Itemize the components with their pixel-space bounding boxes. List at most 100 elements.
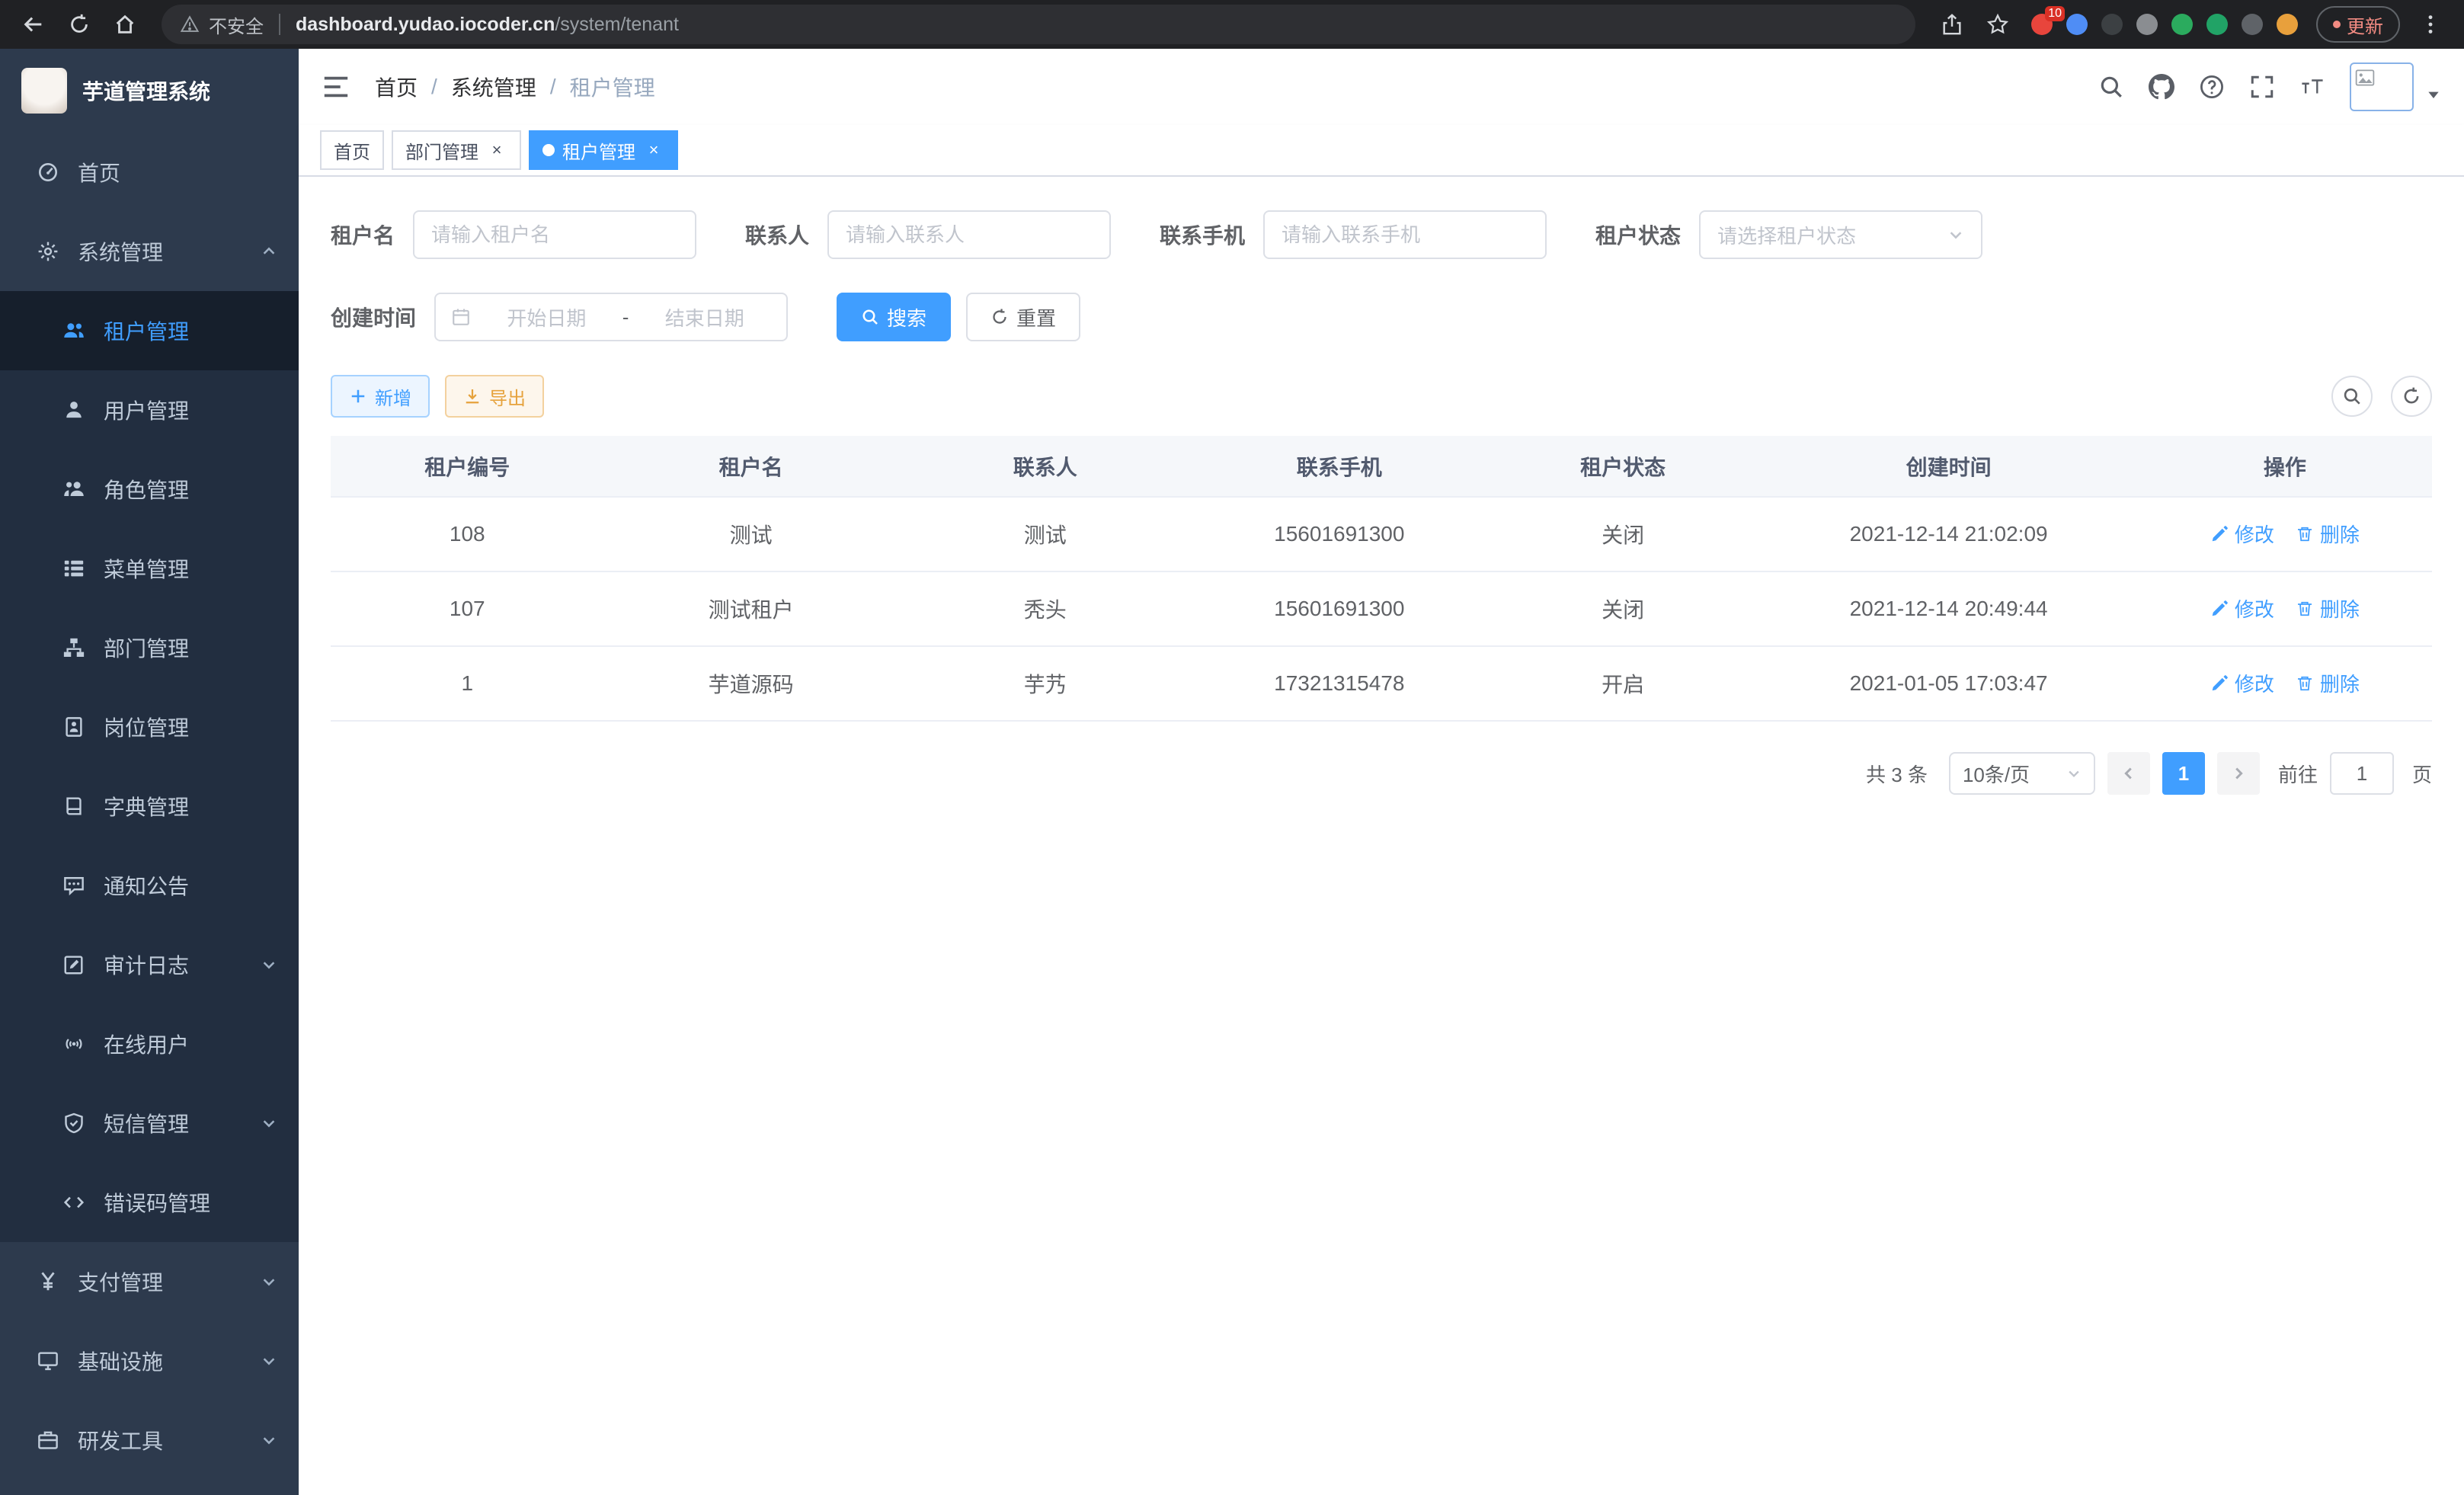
- add-button[interactable]: 新增: [331, 375, 430, 418]
- sidebar-item[interactable]: 部门管理: [0, 608, 299, 687]
- sidebar-item[interactable]: 字典管理: [0, 767, 299, 846]
- cell-contact: 芋艿: [898, 646, 1192, 721]
- browser-address-bar[interactable]: 不安全 dashboard.yudao.iocoder.cn/system/te…: [162, 5, 1915, 44]
- toggle-search-button[interactable]: [2331, 376, 2373, 417]
- update-dot: [2333, 21, 2341, 28]
- column-header: 创建时间: [1759, 436, 2137, 497]
- github-icon[interactable]: [2149, 74, 2174, 100]
- delete-link-label: 删除: [2320, 520, 2360, 548]
- browser-update-button[interactable]: 更新: [2316, 6, 2400, 43]
- edit-icon: [2210, 525, 2229, 543]
- edit-icon: [2210, 674, 2229, 693]
- sidebar-item[interactable]: 通知公告: [0, 846, 299, 925]
- tab-bar: 首页部门管理×租户管理×: [299, 125, 2464, 177]
- page-number-button[interactable]: 1: [2162, 752, 2205, 795]
- next-page-button[interactable]: [2217, 752, 2260, 795]
- delete-link[interactable]: 删除: [2296, 594, 2360, 623]
- delete-link[interactable]: 删除: [2296, 520, 2360, 548]
- mobile-input[interactable]: [1263, 210, 1547, 259]
- page-size-value: 10条/页: [1963, 760, 2030, 788]
- delete-link[interactable]: 删除: [2296, 669, 2360, 697]
- extension-icon[interactable]: [2066, 14, 2088, 35]
- sidebar-item[interactable]: 基础设施: [0, 1321, 299, 1401]
- font-size-icon[interactable]: [2299, 74, 2325, 100]
- url-path: /system/tenant: [555, 14, 679, 35]
- status-select[interactable]: 请选择租户状态: [1699, 210, 1982, 259]
- app-logo[interactable]: 芋道管理系统: [0, 49, 299, 133]
- tab-item[interactable]: 首页: [320, 130, 384, 170]
- page-url: dashboard.yudao.iocoder.cn/system/tenant: [296, 14, 679, 36]
- contact-input[interactable]: [827, 210, 1111, 259]
- search-button[interactable]: 搜索: [837, 293, 951, 341]
- menu-list-icon: [62, 557, 85, 580]
- tenant-name-input[interactable]: [413, 210, 696, 259]
- browser-menu-icon[interactable]: [2409, 3, 2452, 46]
- browser-bookmark-icon[interactable]: [1976, 3, 2019, 46]
- sidebar-item[interactable]: 租户管理: [0, 291, 299, 370]
- user-avatar[interactable]: [2350, 62, 2414, 111]
- filter-label: 联系人: [745, 219, 809, 250]
- edit-link[interactable]: 修改: [2210, 669, 2274, 697]
- prev-page-button[interactable]: [2107, 752, 2150, 795]
- sidebar-item[interactable]: 支付管理: [0, 1242, 299, 1321]
- sidebar-item[interactable]: 菜单管理: [0, 529, 299, 608]
- cell-phone: 15601691300: [1192, 571, 1486, 646]
- sidebar-item[interactable]: 首页: [0, 133, 299, 212]
- cell-created-time: 2021-01-05 17:03:47: [1759, 646, 2137, 721]
- update-label: 更新: [2347, 11, 2383, 38]
- refresh-table-button[interactable]: [2391, 376, 2432, 417]
- cell-contact: 秃头: [898, 571, 1192, 646]
- sidebar-item[interactable]: 角色管理: [0, 450, 299, 529]
- sidebar-item[interactable]: 岗位管理: [0, 687, 299, 767]
- edit-link[interactable]: 修改: [2210, 594, 2274, 623]
- tab-item[interactable]: 部门管理 ×: [392, 130, 521, 170]
- browser-share-icon[interactable]: [1931, 3, 1973, 46]
- extension-icon[interactable]: [2277, 14, 2298, 35]
- sidebar-item[interactable]: 错误码管理: [0, 1163, 299, 1242]
- help-icon[interactable]: [2199, 74, 2225, 100]
- extension-icon[interactable]: [2136, 14, 2158, 35]
- hamburger-icon[interactable]: [322, 72, 350, 101]
- sidebar-item-label: 首页: [78, 157, 120, 187]
- fullscreen-icon[interactable]: [2249, 74, 2275, 100]
- breadcrumb-item[interactable]: 首页: [375, 72, 418, 102]
- browser-reload-icon[interactable]: [58, 3, 101, 46]
- sidebar-item[interactable]: 系统管理: [0, 212, 299, 291]
- extension-icon[interactable]: [2171, 14, 2193, 35]
- cell-tenant-id: 108: [331, 497, 604, 571]
- reset-button[interactable]: 重置: [966, 293, 1080, 341]
- date-range-picker[interactable]: 开始日期 - 结束日期: [434, 293, 788, 341]
- extension-icon[interactable]: 10: [2031, 14, 2053, 35]
- extension-badge: 10: [2045, 6, 2065, 21]
- browser-home-icon[interactable]: [104, 3, 146, 46]
- sidebar-item-label: 系统管理: [78, 236, 163, 267]
- sidebar-item[interactable]: 研发工具: [0, 1401, 299, 1480]
- tab-close-icon[interactable]: ×: [643, 139, 664, 161]
- sidebar-item[interactable]: 在线用户: [0, 1004, 299, 1084]
- date-start-placeholder: 开始日期: [480, 303, 613, 331]
- payment-icon: [37, 1270, 59, 1293]
- screen: 不安全 dashboard.yudao.iocoder.cn/system/te…: [0, 0, 2464, 1495]
- export-button[interactable]: 导出: [445, 375, 544, 418]
- browser-back-icon[interactable]: [12, 3, 55, 46]
- breadcrumb-item[interactable]: 系统管理: [451, 72, 536, 102]
- tab-close-icon[interactable]: ×: [486, 139, 507, 161]
- sidebar-item[interactable]: 审计日志: [0, 925, 299, 1004]
- search-icon[interactable]: [2098, 74, 2124, 100]
- header-actions: [2098, 62, 2441, 111]
- sidebar-item[interactable]: 短信管理: [0, 1084, 299, 1163]
- goto-page-input[interactable]: [2330, 752, 2394, 795]
- pagination: 共 3 条 10条/页 1 前往 页: [331, 752, 2432, 795]
- tab-item[interactable]: 租户管理×: [529, 130, 678, 170]
- extension-icon[interactable]: [2242, 14, 2263, 35]
- tab-label: 部门管理: [405, 137, 478, 164]
- sidebar-item-label: 部门管理: [104, 632, 189, 663]
- extension-icon[interactable]: [2101, 14, 2123, 35]
- extension-icon[interactable]: [2206, 14, 2228, 35]
- audit-log-icon: [62, 953, 85, 976]
- caret-down-icon[interactable]: [2426, 87, 2441, 102]
- edit-link[interactable]: 修改: [2210, 520, 2274, 548]
- table-row: 107测试租户秃头15601691300关闭2021-12-14 20:49:4…: [331, 571, 2432, 646]
- sidebar-item[interactable]: 用户管理: [0, 370, 299, 450]
- page-size-select[interactable]: 10条/页: [1949, 752, 2095, 795]
